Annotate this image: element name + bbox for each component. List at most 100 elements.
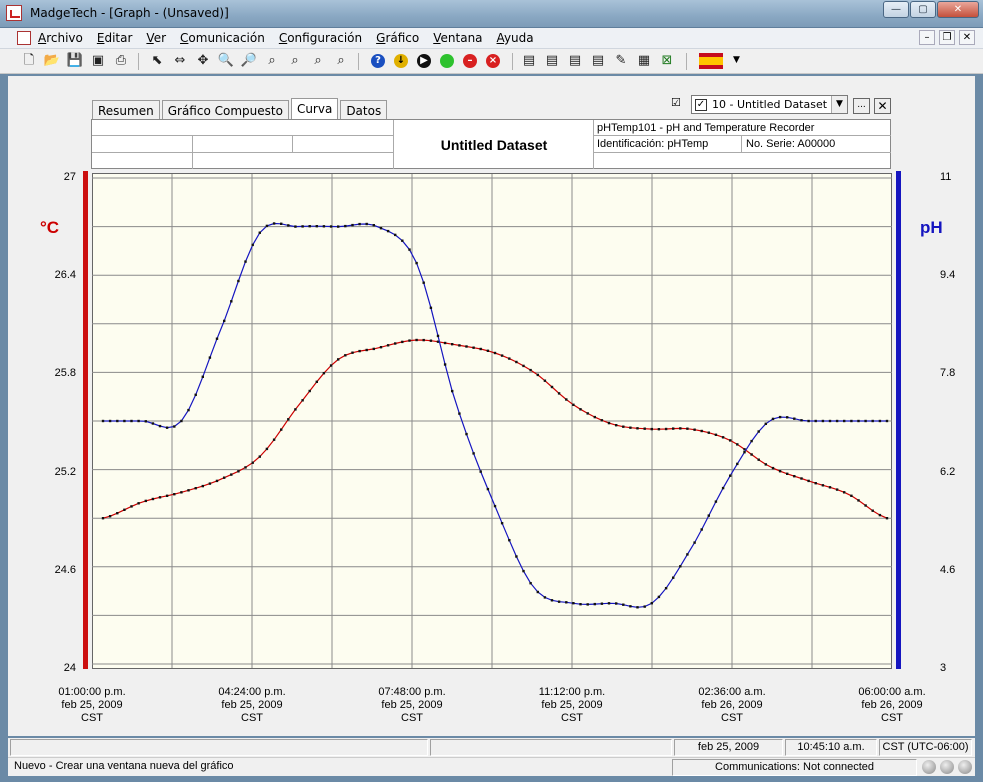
- ph-axis-label: pH: [920, 218, 943, 237]
- data-point-temperature: [828, 486, 832, 489]
- data-point-ph: [786, 416, 789, 419]
- data-point-temperature: [401, 340, 404, 344]
- data-point-ph: [679, 565, 682, 568]
- data-point-temperature: [237, 470, 240, 473]
- data-point-temperature: [294, 408, 297, 411]
- data-point-ph: [158, 424, 162, 428]
- data-point-ph: [515, 555, 518, 558]
- data-point-ph: [636, 606, 639, 609]
- data-point-temperature: [757, 458, 760, 461]
- data-point-temperature: [664, 427, 668, 431]
- data-point-ph: [550, 599, 554, 602]
- data-point-ph: [322, 225, 326, 228]
- data-point-ph: [536, 590, 539, 594]
- data-point-ph: [415, 261, 418, 265]
- data-point-temperature: [850, 494, 853, 497]
- data-point-ph: [201, 375, 204, 378]
- data-point-ph: [593, 602, 596, 606]
- data-point-temperature: [864, 504, 867, 507]
- data-point-temperature: [244, 466, 247, 469]
- data-point-temperature: [465, 345, 468, 348]
- temp-axis-label: °C: [40, 218, 60, 237]
- data-point-ph: [337, 225, 340, 228]
- status-timezone: CST (UTC-06:00): [879, 739, 972, 756]
- data-point-temperature: [458, 344, 461, 347]
- data-point-temperature: [686, 427, 689, 430]
- data-point-temperature: [714, 433, 718, 436]
- data-point-temperature: [415, 338, 418, 342]
- data-point-temperature: [657, 428, 661, 431]
- data-point-temperature: [721, 436, 725, 439]
- data-point-ph: [187, 408, 190, 412]
- data-point-temperature: [208, 482, 212, 485]
- data-point-ph: [835, 419, 839, 423]
- data-point-temperature: [344, 354, 347, 357]
- data-point-temperature: [158, 496, 162, 499]
- data-point-temperature: [173, 493, 176, 496]
- data-point-temperature: [272, 438, 276, 441]
- data-point-ph: [821, 419, 825, 423]
- data-point-ph: [607, 602, 611, 605]
- status-date: feb 25, 2009: [674, 739, 783, 756]
- data-point-temperature: [180, 491, 183, 494]
- data-point-temperature: [301, 399, 304, 402]
- ph-tick-label: 3: [940, 662, 947, 674]
- data-point-ph: [130, 419, 133, 423]
- time-tick-label: 06:00:00 a.m. feb 26, 2009 CST: [858, 686, 926, 724]
- data-point-temperature: [586, 412, 589, 415]
- data-point-temperature: [365, 348, 368, 352]
- series-line-temperature: [102, 339, 888, 519]
- data-point-ph: [280, 222, 283, 225]
- data-point-ph: [721, 486, 725, 490]
- data-point-temperature: [579, 408, 582, 411]
- data-point-ph: [700, 528, 703, 531]
- data-point-ph: [116, 419, 119, 423]
- data-point-temperature: [280, 428, 283, 431]
- data-point-ph: [743, 451, 746, 454]
- data-point-temperature: [429, 339, 433, 342]
- data-point-ph: [885, 419, 889, 423]
- temp-tick-label: 24.6: [54, 563, 76, 576]
- data-point-ph: [479, 470, 482, 473]
- data-point-temperature: [878, 513, 882, 517]
- data-point-ph: [579, 603, 582, 606]
- ph-tick-label: 4.6: [940, 563, 956, 576]
- data-point-ph: [422, 281, 425, 284]
- data-point-ph: [151, 422, 155, 425]
- data-point-temperature: [650, 427, 653, 431]
- data-point-ph: [750, 439, 753, 443]
- data-point-temperature: [408, 339, 411, 342]
- data-point-ph: [843, 419, 846, 423]
- data-point-ph: [778, 415, 782, 419]
- data-point-temperature: [194, 487, 197, 490]
- data-point-ph: [622, 603, 625, 606]
- data-point-ph: [693, 541, 696, 544]
- status-light-icon: [958, 760, 972, 774]
- data-point-ph: [657, 595, 661, 599]
- data-point-temperature: [835, 488, 839, 491]
- data-point-temperature: [287, 418, 290, 421]
- disconnect-icon[interactable]: [922, 760, 936, 774]
- data-point-ph: [429, 306, 433, 309]
- data-point-temperature: [265, 447, 269, 451]
- data-point-temperature: [814, 482, 817, 485]
- data-point-ph: [493, 504, 497, 508]
- data-point-ph: [729, 474, 732, 477]
- data-point-ph: [736, 462, 739, 466]
- data-point-temperature: [807, 479, 810, 483]
- data-point-temperature: [329, 364, 333, 367]
- data-point-temperature: [351, 351, 354, 354]
- comms-status: Communications: Not connected: [672, 759, 917, 776]
- data-point-ph: [180, 419, 183, 423]
- data-point-temperature: [451, 343, 454, 346]
- data-point-temperature: [857, 499, 860, 502]
- data-point-temperature: [215, 479, 219, 483]
- time-tick-label: 07:48:00 p.m. feb 25, 2009 CST: [378, 686, 446, 724]
- data-point-temperature: [144, 499, 147, 503]
- data-point-ph: [543, 596, 547, 599]
- data-point-ph: [165, 426, 169, 429]
- data-point-temperature: [821, 484, 825, 487]
- data-point-ph: [451, 389, 454, 393]
- data-point-ph: [472, 452, 475, 455]
- data-point-temperature: [116, 512, 119, 515]
